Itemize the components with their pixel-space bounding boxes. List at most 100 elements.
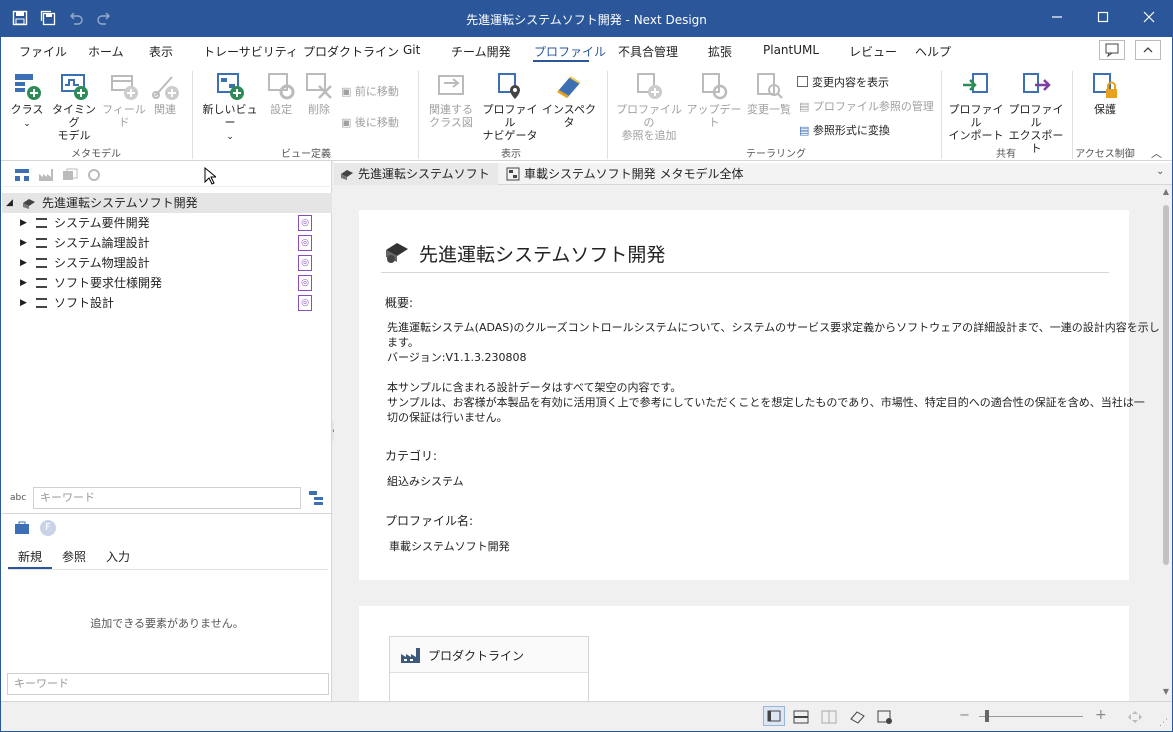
tab-plantuml[interactable]: PlantUML (763, 43, 819, 57)
scrollbar-thumb[interactable] (1163, 205, 1169, 565)
expand-arrow-icon[interactable]: ▶ (20, 273, 27, 293)
output-toggle-icon[interactable] (877, 710, 893, 724)
class-button[interactable]: クラス ⌄ (5, 71, 49, 131)
filter-settings-icon[interactable] (308, 490, 324, 506)
move-backward-button[interactable]: ▣ 後に移動 (341, 114, 399, 130)
toolbox-icon[interactable] (14, 521, 30, 535)
group-label-share: 共有 (996, 149, 1016, 160)
project-icon (341, 170, 353, 180)
profile-badge-icon: ◎ (298, 235, 312, 251)
zoom-out-button[interactable]: − (959, 708, 970, 723)
status-bar: − + ⋰ (1, 701, 1172, 731)
version-text: バージョン:V1.1.3.230808 (387, 351, 527, 364)
tab-profile[interactable]: プロファイル (534, 43, 606, 60)
favorite-icon[interactable]: F (40, 520, 56, 536)
minimize-button[interactable] (1034, 1, 1080, 37)
inspector-button[interactable]: インスペクタ (541, 71, 597, 129)
collapse-arrow-icon[interactable]: ◢ (6, 193, 13, 213)
group-label-access: アクセス制御 (1075, 149, 1135, 160)
tree-keyword-input[interactable]: キーワード (33, 487, 301, 509)
layout-horizontal-icon[interactable] (793, 710, 809, 724)
profile-export-button[interactable]: プロファイル エクスポート (1005, 71, 1067, 155)
factory-icon (401, 648, 420, 663)
expand-arrow-icon[interactable]: ▶ (20, 253, 27, 273)
fit-to-window-icon[interactable] (1127, 710, 1143, 724)
collapse-ribbon-icon[interactable] (1135, 40, 1161, 60)
tab-file[interactable]: ファイル (19, 43, 67, 60)
layout-vertical-icon[interactable] (821, 710, 837, 724)
vertical-scrollbar[interactable]: ▲ ▼ (1160, 185, 1172, 701)
mouse-cursor-icon (204, 167, 216, 185)
inspector-toggle-icon[interactable] (849, 710, 865, 724)
model-icon (36, 258, 47, 268)
zoom-in-button[interactable]: + (1095, 707, 1107, 723)
extension-view-icon[interactable] (86, 168, 102, 182)
tree-item-system-requirements[interactable]: ▶ システム要件開発 ◎ (2, 213, 332, 233)
product-line-card[interactable]: プロダクトライン (389, 636, 589, 701)
tab-review[interactable]: レビュー (849, 43, 897, 60)
new-view-button[interactable]: 新しいビュー ⌄ (199, 71, 261, 144)
zoom-slider[interactable] (979, 716, 1083, 717)
document-tabs: 先進運転システムソフト開発 車載システムソフト開発 メタモデル全体概要 ⌄ (334, 163, 1172, 203)
expand-arrow-icon[interactable]: ▶ (20, 293, 27, 313)
close-button[interactable] (1126, 1, 1172, 37)
tab-extension[interactable]: 拡張 (708, 43, 732, 60)
ribbon-separator (418, 71, 419, 159)
field-button[interactable]: フィールド (99, 71, 149, 129)
doc-tab-metamodel-overview[interactable]: 車載システムソフト開発 メタモデル全体概要 (500, 163, 744, 203)
model-icon (36, 298, 47, 308)
profile-reference-icon: ▤ (799, 100, 813, 113)
scroll-up-icon[interactable]: ▲ (1160, 187, 1172, 196)
trace-view-icon[interactable] (62, 168, 78, 182)
tab-reference[interactable]: 参照 (62, 548, 86, 565)
scroll-down-icon[interactable]: ▼ (1160, 687, 1172, 696)
add-profile-reference-icon (637, 73, 662, 99)
profile-navigator-button[interactable]: プロファイル ナビゲータ (481, 71, 539, 142)
settings-button[interactable]: 設定 (263, 71, 299, 116)
update-button[interactable]: アップデート (685, 71, 743, 129)
tree-item-software-requirements[interactable]: ▶ ソフト要求仕様開発 ◎ (2, 273, 332, 293)
delete-button[interactable]: 削除 (301, 71, 337, 116)
protect-button[interactable]: 保護 (1085, 71, 1125, 116)
collapse-ribbon-chevron-icon[interactable]: ︿ (1151, 145, 1162, 161)
group-label-display: 表示 (501, 149, 521, 160)
tab-defect[interactable]: 不具合管理 (618, 43, 678, 60)
add-profile-reference-button[interactable]: プロファイルの 参照を追加 (613, 71, 685, 142)
tab-input[interactable]: 入力 (106, 548, 130, 565)
timing-model-button[interactable]: タイミング モデル (49, 71, 99, 142)
doc-tab-project[interactable]: 先進運転システムソフト開発 (334, 163, 498, 203)
move-forward-button[interactable]: ▣ 前に移動 (341, 83, 399, 99)
convert-to-reference-button[interactable]: ▤ 参照形式に変換 (799, 122, 890, 138)
comment-icon[interactable] (1099, 40, 1125, 60)
tab-team[interactable]: チーム開発 (451, 43, 511, 60)
zoom-slider-thumb[interactable] (985, 710, 989, 722)
tab-git[interactable]: Git (403, 43, 420, 57)
tree-root[interactable]: ◢ 先進運転システムソフト開発 (2, 193, 332, 213)
layout-single-button[interactable] (763, 706, 785, 726)
tree-item-system-physical[interactable]: ▶ システム物理設計 ◎ (2, 253, 332, 273)
expand-arrow-icon[interactable]: ▶ (20, 213, 27, 233)
model-view-icon[interactable] (14, 168, 30, 182)
layout-single-icon (767, 710, 781, 722)
related-class-diagram-button[interactable]: 関連する クラス図 (423, 71, 479, 129)
change-list-button[interactable]: 変更一覧 (743, 71, 795, 116)
profile-badge-icon: ◎ (298, 255, 312, 271)
product-line-view-icon[interactable] (38, 168, 54, 182)
tab-new[interactable]: 新規 (18, 548, 42, 565)
maximize-button[interactable] (1080, 1, 1126, 37)
tab-product-line[interactable]: プロダクトライン (303, 43, 399, 60)
tree-item-system-logical[interactable]: ▶ システム論理設計 ◎ (2, 233, 332, 253)
tab-home[interactable]: ホーム (88, 43, 124, 60)
tab-view[interactable]: 表示 (149, 43, 173, 60)
resize-grip-icon[interactable]: ⋰ (1159, 718, 1168, 728)
tree-item-software-design[interactable]: ▶ ソフト設計 ◎ (2, 293, 332, 313)
tab-traceability[interactable]: トレーサビリティ (203, 43, 298, 60)
tab-help[interactable]: ヘルプ (915, 43, 951, 60)
show-changes-checkbox[interactable]: 変更内容を表示 (797, 74, 889, 90)
expand-arrow-icon[interactable]: ▶ (20, 233, 27, 253)
manage-profile-references-button[interactable]: ▤ プロファイル参照の管理 (799, 98, 934, 114)
tab-list-chevron-icon[interactable]: ⌄ (1156, 166, 1164, 177)
profile-import-button[interactable]: プロファイル インポート (945, 71, 1007, 142)
relation-button[interactable]: 関連 (147, 71, 183, 116)
lower-keyword-input[interactable]: キーワード (7, 673, 329, 695)
